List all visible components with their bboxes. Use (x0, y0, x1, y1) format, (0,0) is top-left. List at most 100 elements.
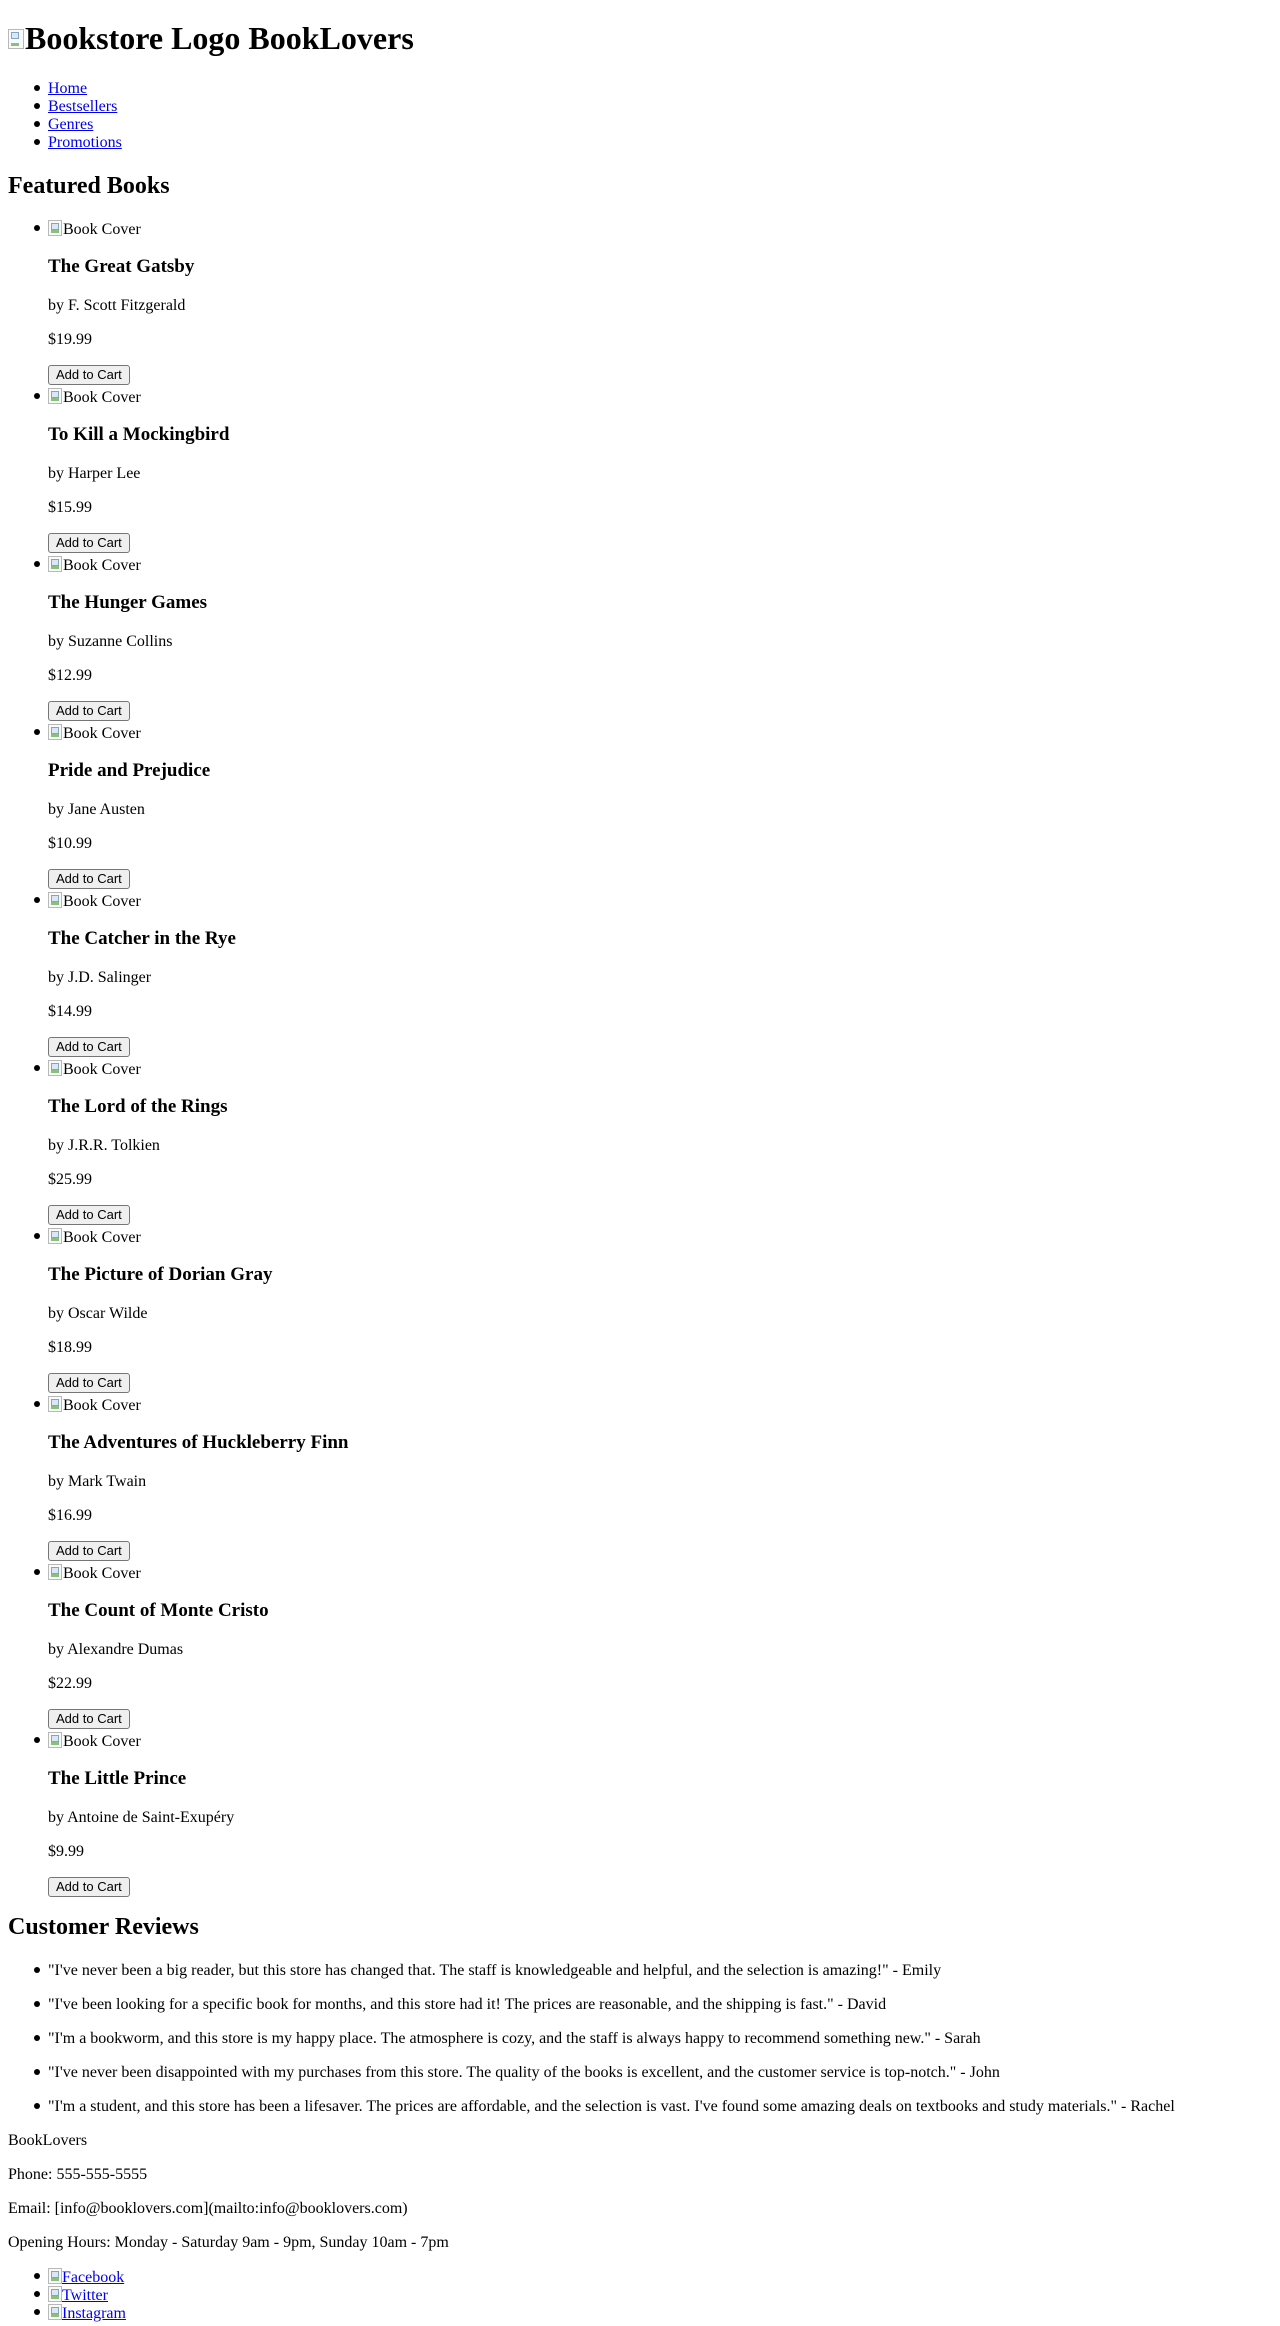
add-to-cart-button[interactable]: Add to Cart (48, 1037, 130, 1057)
book-cover-alt: Book Cover (63, 1733, 141, 1750)
book-price: $10.99 (48, 835, 92, 852)
book-cover-alt: Book Cover (63, 1565, 141, 1582)
footer-store-name: BookLovers (8, 2132, 88, 2149)
book-price: $15.99 (48, 499, 92, 516)
nav-link-bestsellers[interactable]: Bestsellers (48, 98, 117, 116)
bullet-icon (34, 2001, 40, 2007)
nav-link-home[interactable]: Home (48, 80, 87, 98)
book-cover-alt: Book Cover (63, 221, 141, 238)
social-link-instagram[interactable]: Instagram (48, 2304, 126, 2323)
add-to-cart-button[interactable]: Add to Cart (48, 869, 130, 889)
book-author: by J.R.R. Tolkien (48, 1137, 160, 1154)
add-to-cart-button[interactable]: Add to Cart (48, 1373, 130, 1393)
bullet-icon (34, 85, 40, 91)
book-cover-image: Book Cover (48, 724, 141, 743)
nav-link-genres[interactable]: Genres (48, 116, 93, 134)
book-price: $22.99 (48, 1675, 92, 1692)
book-title: The Lord of the Rings (48, 1096, 228, 1117)
book-author: by Oscar Wilde (48, 1305, 148, 1322)
book-price: $12.99 (48, 667, 92, 684)
book-author: by Suzanne Collins (48, 633, 173, 650)
book-cover-image: Book Cover (48, 1564, 141, 1583)
bullet-icon (34, 1401, 40, 1407)
featured-heading: Featured Books (8, 173, 170, 199)
social-label: Instagram (62, 2305, 126, 2322)
book-author: by Mark Twain (48, 1473, 147, 1490)
book-author: by J.D. Salinger (48, 969, 152, 986)
bullet-icon (34, 1569, 40, 1575)
book-cover-image: Book Cover (48, 556, 141, 575)
footer-email: Email: [info@booklovers.com](mailto:info… (8, 2200, 408, 2217)
add-to-cart-button[interactable]: Add to Cart (48, 533, 130, 553)
bullet-icon (34, 139, 40, 145)
bullet-icon (34, 393, 40, 399)
bullet-icon (34, 2035, 40, 2041)
book-cover-alt: Book Cover (63, 557, 141, 574)
nav-link-promotions[interactable]: Promotions (48, 134, 122, 152)
footer-phone: Phone: 555-555-5555 (8, 2166, 148, 2183)
bullet-icon (34, 103, 40, 109)
broken-image-icon (8, 29, 24, 49)
book-cover-alt: Book Cover (63, 1397, 141, 1414)
book-price: $9.99 (48, 1843, 84, 1860)
bullet-icon (34, 2291, 40, 2297)
bullet-icon (34, 1967, 40, 1973)
book-cover-image: Book Cover (48, 388, 141, 407)
bullet-icon (34, 2309, 40, 2315)
bullet-icon (34, 2069, 40, 2075)
bullet-icon (34, 729, 40, 735)
book-price: $19.99 (48, 331, 92, 348)
bullet-icon (34, 1737, 40, 1743)
book-cover-alt: Book Cover (63, 893, 141, 910)
logo-alt-text: Bookstore Logo (25, 20, 241, 56)
book-author: by Antoine de Saint-Exupéry (48, 1809, 235, 1826)
book-cover-alt: Book Cover (63, 725, 141, 742)
broken-image-icon (48, 388, 62, 404)
book-title: The Catcher in the Rye (48, 928, 236, 949)
book-title: To Kill a Mockingbird (48, 424, 230, 445)
book-cover-image: Book Cover (48, 892, 141, 911)
social-link-twitter[interactable]: Twitter (48, 2286, 108, 2305)
book-title: The Little Prince (48, 1768, 187, 1789)
social-label: Facebook (62, 2269, 125, 2286)
broken-image-icon (48, 220, 62, 236)
book-author: by F. Scott Fitzgerald (48, 297, 186, 314)
review-item: "I'm a bookworm, and this store is my ha… (48, 2030, 981, 2047)
book-price: $18.99 (48, 1339, 92, 1356)
book-cover-image: Book Cover (48, 1060, 141, 1079)
book-title: The Picture of Dorian Gray (48, 1264, 273, 1285)
review-item: "I'm a student, and this store has been … (48, 2098, 1175, 2115)
book-title: The Adventures of Huckleberry Finn (48, 1432, 349, 1453)
bullet-icon (34, 121, 40, 127)
book-cover-alt: Book Cover (63, 1061, 141, 1078)
add-to-cart-button[interactable]: Add to Cart (48, 1709, 130, 1729)
social-link-facebook[interactable]: Facebook (48, 2268, 124, 2287)
book-cover-alt: Book Cover (63, 1229, 141, 1246)
book-title: The Hunger Games (48, 592, 208, 613)
book-title: The Great Gatsby (48, 256, 195, 277)
book-title: The Count of Monte Cristo (48, 1600, 269, 1621)
book-cover-image: Book Cover (48, 220, 141, 239)
twitter-icon (48, 2286, 62, 2302)
review-item: "I've never been a big reader, but this … (48, 1962, 942, 1979)
reviews-heading: Customer Reviews (8, 1914, 199, 1940)
social-label: Twitter (62, 2287, 108, 2304)
site-name: BookLovers (248, 20, 414, 56)
add-to-cart-button[interactable]: Add to Cart (48, 1541, 130, 1561)
book-title: Pride and Prejudice (48, 760, 211, 781)
bullet-icon (34, 2273, 40, 2279)
add-to-cart-button[interactable]: Add to Cart (48, 1205, 130, 1225)
book-author: by Jane Austen (48, 801, 145, 818)
book-cover-alt: Book Cover (63, 389, 141, 406)
bullet-icon (34, 225, 40, 231)
bullet-icon (34, 561, 40, 567)
add-to-cart-button[interactable]: Add to Cart (48, 1877, 130, 1897)
add-to-cart-button[interactable]: Add to Cart (48, 701, 130, 721)
instagram-icon (48, 2304, 62, 2320)
book-price: $14.99 (48, 1003, 92, 1020)
site-title: Bookstore Logo BookLovers (8, 18, 414, 58)
broken-image-icon (48, 724, 62, 740)
add-to-cart-button[interactable]: Add to Cart (48, 365, 130, 385)
book-cover-image: Book Cover (48, 1396, 141, 1415)
broken-image-icon (48, 1396, 62, 1412)
